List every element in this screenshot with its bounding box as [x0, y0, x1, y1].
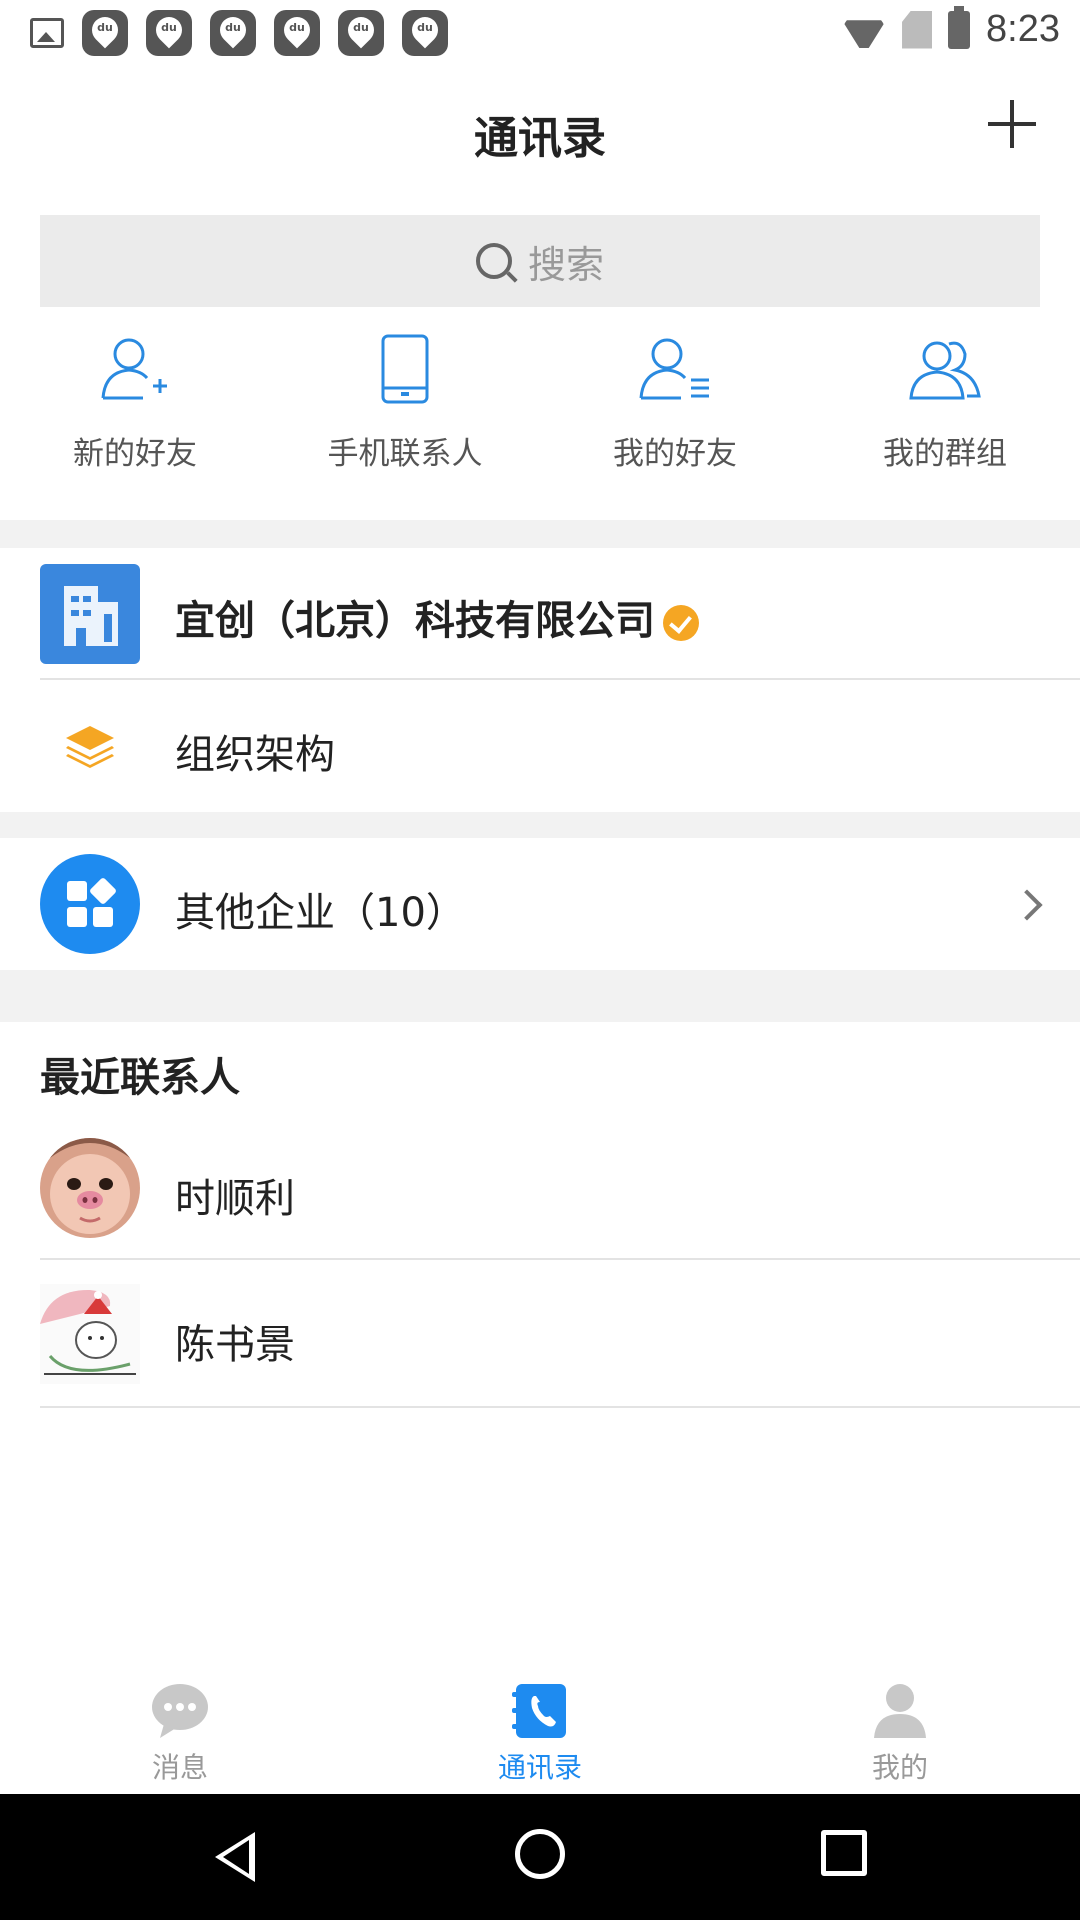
status-bar: du du du du du du 8:23 [0, 0, 1080, 64]
tab-me[interactable]: 我的 [720, 1660, 1080, 1794]
recent-apps-icon[interactable] [821, 1830, 867, 1876]
avatar [40, 1138, 140, 1238]
verified-badge-icon [663, 605, 699, 641]
person-icon [874, 1684, 926, 1738]
group-icon [909, 341, 981, 400]
bottom-nav: 消息 通讯录 我的 [0, 1660, 1080, 1794]
contact-name: 时顺利 [175, 1176, 295, 1222]
search-icon [475, 243, 512, 279]
other-enterprises-row[interactable]: 其他企业（10） [0, 838, 1080, 970]
section-gap [0, 970, 1080, 1022]
quick-action-label: 手机联系人 [327, 436, 483, 472]
system-nav-bar [0, 1794, 1080, 1920]
du-icon: du [274, 10, 320, 56]
plus-icon[interactable] [984, 96, 1040, 152]
friend-list-icon [639, 338, 709, 400]
image-icon [30, 18, 64, 48]
quick-action-label: 我的群组 [883, 436, 1007, 472]
divider [40, 1406, 1080, 1408]
phone-book-icon [512, 1684, 566, 1738]
chat-bubble-icon [152, 1684, 208, 1738]
home-icon[interactable] [515, 1829, 565, 1879]
du-icon: du [210, 10, 256, 56]
back-icon[interactable] [215, 1832, 255, 1882]
quick-actions: 新的好友 手机联系人 我的好友 我的群组 [0, 330, 1080, 520]
phone-contacts-icon [381, 334, 429, 404]
building-icon [40, 564, 140, 664]
tab-contacts[interactable]: 通讯录 [360, 1660, 720, 1794]
search-placeholder: 搜索 [527, 242, 604, 287]
company-row[interactable]: 宜创（北京）科技有限公司 [0, 548, 1080, 680]
nav-label: 消息 [151, 1751, 208, 1784]
du-icon: du [338, 10, 384, 56]
nav-label: 通讯录 [497, 1751, 582, 1784]
nav-label: 我的 [871, 1751, 928, 1784]
my-friends-button[interactable]: 我的好友 [540, 330, 810, 520]
app-header: 通讯录 [0, 64, 1080, 194]
org-structure-label: 组织架构 [175, 732, 335, 778]
quick-action-label: 新的好友 [73, 436, 197, 472]
contact-name: 陈书景 [175, 1322, 295, 1368]
phone-contacts-button[interactable]: 手机联系人 [270, 330, 540, 520]
clock: 8:23 [986, 8, 1060, 50]
no-sim-icon [902, 10, 933, 49]
add-friend-icon [101, 338, 167, 400]
org-structure-row[interactable]: 组织架构 [0, 680, 1080, 812]
battery-icon [948, 5, 971, 49]
du-icon: du [402, 10, 448, 56]
apps-icon [40, 854, 140, 954]
chevron-right-icon [1011, 889, 1043, 921]
du-icon: du [146, 10, 192, 56]
page-title: 通讯录 [474, 113, 606, 164]
layers-icon [40, 696, 140, 796]
du-icon: du [82, 10, 128, 56]
system-status: 8:23 [842, 5, 1060, 51]
new-friends-button[interactable]: 新的好友 [0, 330, 270, 520]
wifi-icon [842, 12, 886, 48]
notification-icons: du du du du du du [30, 10, 448, 56]
my-groups-button[interactable]: 我的群组 [810, 330, 1080, 520]
section-gap [0, 520, 1080, 548]
contact-row[interactable]: 陈书景 [0, 1260, 1080, 1408]
recent-contacts-title: 最近联系人 [40, 1055, 240, 1101]
contact-row[interactable]: 时顺利 [0, 1120, 1080, 1260]
tab-messages[interactable]: 消息 [0, 1660, 360, 1794]
quick-action-label: 我的好友 [613, 436, 737, 472]
search-bar[interactable]: 搜索 [40, 215, 1040, 307]
company-name: 宜创（北京）科技有限公司 [175, 588, 699, 646]
avatar [40, 1284, 140, 1384]
other-enterprises-label: 其他企业（10） [175, 890, 466, 936]
section-gap [0, 812, 1080, 838]
